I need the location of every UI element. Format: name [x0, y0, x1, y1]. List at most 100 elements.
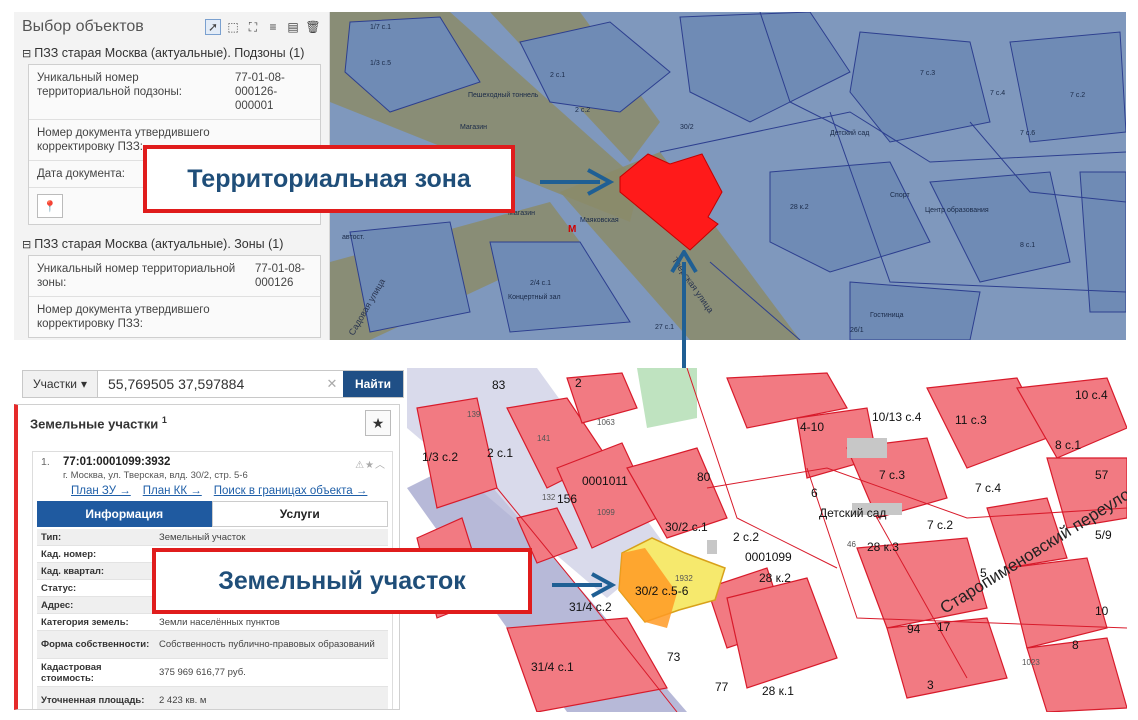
info-row: Форма собственности: Собственность публич…: [37, 631, 388, 659]
polygon-select-icon[interactable]: ⛶: [245, 19, 261, 35]
map-label: 30/2 с.1: [665, 520, 708, 534]
map-label: 26/1: [850, 327, 864, 334]
land-plots-title: Земельные участки 1: [30, 414, 167, 432]
info-row: Уточненная площадь: 2 423 кв. м: [37, 687, 388, 709]
map-label: 30/2 с.5-6: [635, 584, 689, 598]
caret-down-icon: ▾: [80, 377, 88, 391]
info-row: Категория земель: Земли населённых пункто…: [37, 614, 388, 631]
card-header: 1. 77:01:0001099:3932 г. Москва, ул. Тве…: [33, 452, 392, 483]
subzones-group-title[interactable]: ⊟ ПЗЗ старая Москва (актуальные). Подзон…: [14, 42, 329, 64]
list-icon[interactable]: ≡: [265, 19, 281, 35]
map-label: 2/4 с.1: [530, 280, 552, 287]
map-label: автост.: [342, 234, 365, 241]
map-label: 28 к.2: [790, 204, 809, 211]
chevron-up-icon[interactable]: ︿: [375, 460, 386, 471]
search-in-bounds-link[interactable]: Поиск в границах объекта →: [214, 485, 368, 497]
cadastral-map[interactable]: 83 2 1/3 с.2 2 с.1 141 1063 139 4-10 10/…: [407, 368, 1127, 712]
card-main: 77:01:0001099:3932 г. Москва, ул. Тверск…: [63, 456, 355, 481]
map-label: 31/4 с.2: [569, 600, 612, 614]
clear-icon[interactable]: ✕: [321, 371, 343, 397]
map-label: 1023: [1022, 658, 1040, 667]
star-icon: ★: [371, 414, 385, 431]
map-label: 7 с.3: [879, 468, 906, 482]
kk-plan-link[interactable]: План КК →: [143, 485, 202, 497]
zones-group-title[interactable]: ⊟ ПЗЗ старая Москва (актуальные). Зоны (…: [14, 233, 329, 255]
map-label: Детский сад: [819, 506, 887, 520]
map-label: 77: [715, 680, 729, 694]
cadastral-number: 77:01:0001099:3932: [63, 456, 171, 468]
map-label: 83: [492, 378, 506, 392]
map-label: 1/7 с.1: [370, 24, 392, 31]
frame-select-icon[interactable]: ⬚: [225, 19, 241, 35]
map-label: 3: [927, 678, 934, 692]
find-button[interactable]: Найти: [343, 371, 403, 397]
search-mode-dropdown[interactable]: Участки ▾: [23, 371, 98, 397]
map-label: Центр образования: [925, 207, 989, 214]
map-label: 139: [467, 410, 481, 419]
search-bar: Участки ▾ ✕ Найти: [22, 370, 404, 398]
selection-toolbar: ➚ ⬚ ⛶ ≡ ▤ 🗑: [205, 19, 321, 35]
map-label: 10/13 с.4: [872, 410, 922, 424]
map-label: 10 с.4: [1075, 388, 1108, 402]
map-label: 6: [811, 486, 818, 500]
zone-attributes: Уникальный номер территориальной зоны: 7…: [28, 255, 321, 338]
map-label: 141: [537, 434, 551, 443]
map-label: Детский сад: [830, 130, 870, 137]
locate-pin-button[interactable]: 📍: [37, 194, 63, 218]
map-label: 2 с.2: [733, 530, 760, 544]
map-label: 31/4 с.1: [531, 660, 574, 674]
map-label: 57: [1095, 468, 1109, 482]
map-label: 132: [542, 493, 556, 502]
map-label: 1932: [675, 574, 693, 583]
map-label: Гостиница: [870, 312, 904, 319]
map-label: 8 с.1: [1020, 242, 1036, 249]
search-input[interactable]: [98, 371, 321, 397]
pointer-icon[interactable]: ➚: [205, 19, 221, 35]
collapse-icon[interactable]: ⊟: [22, 238, 31, 251]
export-icon[interactable]: ▤: [285, 19, 301, 35]
map-label: 7 с.2: [1070, 92, 1086, 99]
map-label: 17: [937, 620, 951, 634]
info-row: Кадастровая стоимость: 375 969 616,77 руб…: [37, 659, 388, 687]
map-label: 2: [575, 376, 582, 390]
tab-services[interactable]: Услуги: [211, 501, 388, 527]
territorial-zone-callout: Территориальная зона: [143, 145, 515, 213]
tab-info[interactable]: Информация: [37, 501, 212, 527]
map-label: 73: [667, 650, 681, 664]
map-label: 28 к.3: [867, 540, 899, 554]
map-label: 11 с.3: [955, 413, 987, 427]
map-label: 1063: [597, 418, 615, 427]
map-label: 7 с.2: [927, 518, 954, 532]
map-label: 2 с.1: [550, 72, 566, 79]
map-label: 156: [557, 492, 578, 506]
map-label: 8 с.1: [1055, 438, 1082, 452]
map-label: 0001099: [745, 550, 792, 564]
trash-icon[interactable]: 🗑: [305, 19, 321, 35]
plot-plan-link[interactable]: План ЗУ →: [71, 485, 131, 497]
object-selection-header: Выбор объектов ➚ ⬚ ⛶ ≡ ▤ 🗑: [14, 12, 329, 42]
map-label: Магазин: [460, 124, 488, 131]
cadastral-map-canvas: [407, 368, 1127, 712]
attr-row: Уникальный номер территориальной зоны: 7…: [29, 256, 320, 297]
collapse-icon[interactable]: ⊟: [22, 47, 31, 60]
land-plot-callout: Земельный участок: [152, 548, 532, 614]
map-label: 94: [907, 622, 921, 636]
item-number: 1.: [41, 456, 50, 468]
attr-row: Уникальный номер территориальной подзоны…: [29, 65, 320, 120]
favorite-button[interactable]: ★: [365, 410, 391, 436]
card-actions: ⚠★︿: [355, 456, 386, 481]
map-label: Маяковская: [580, 217, 619, 224]
star-icon[interactable]: ★: [365, 460, 375, 471]
map-label: 5/9: [1095, 528, 1112, 542]
map-label: 1/3 с.2: [422, 450, 459, 464]
card-links: План ЗУ → План КК → Поиск в границах объ…: [33, 483, 392, 501]
map-label: 7 с.3: [920, 70, 936, 77]
warning-icon[interactable]: ⚠: [355, 460, 365, 471]
map-label: 80: [697, 470, 711, 484]
map-label: 4-10: [800, 420, 825, 434]
map-label: 7 с.4: [975, 481, 1002, 495]
attr-row: Номер документа утвердившего корректиров…: [37, 304, 210, 330]
svg-text:M: M: [568, 224, 576, 235]
map-label: 28 к.1: [762, 684, 794, 698]
map-label: 10: [1095, 604, 1109, 618]
